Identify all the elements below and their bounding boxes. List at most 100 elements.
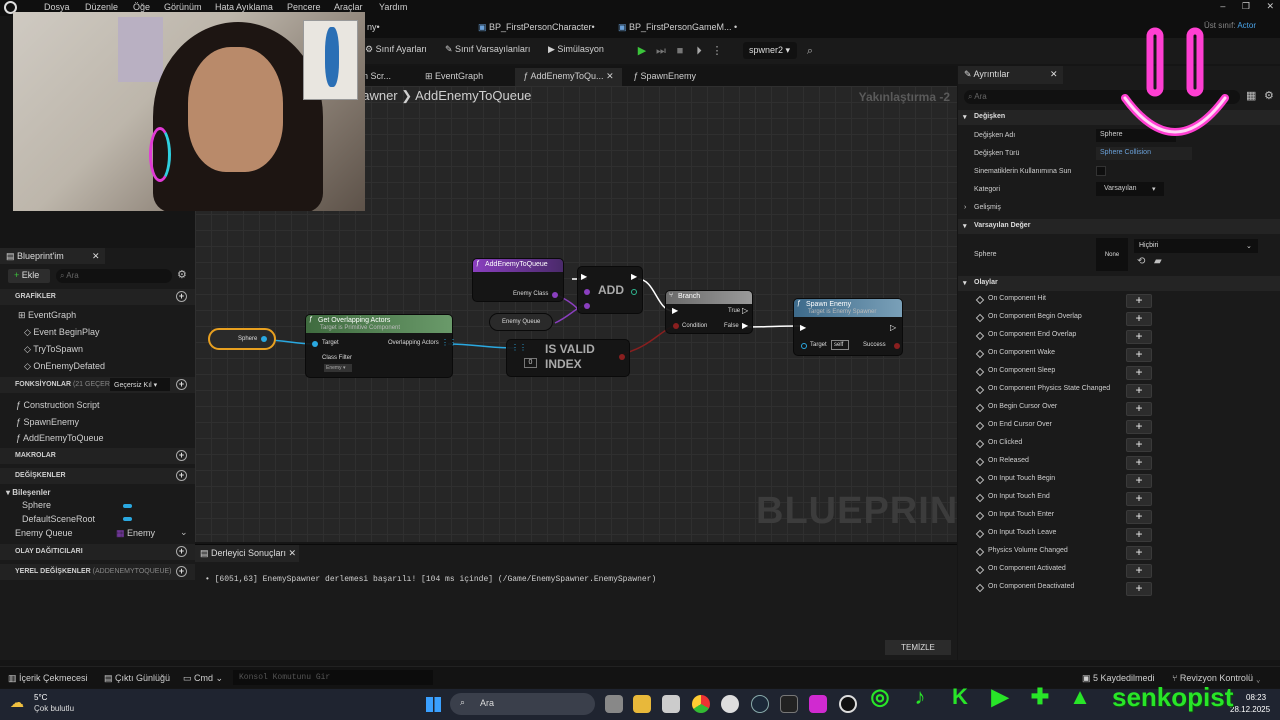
tab-add-enemy-to-queue[interactable]: ƒ AddEnemyToQu... ✕: [515, 68, 622, 86]
add-local-variable-icon[interactable]: +: [176, 566, 187, 577]
close-icon[interactable]: ✕: [1050, 69, 1058, 80]
parent-class-link[interactable]: Actor: [1237, 21, 1256, 30]
cinematic-checkbox[interactable]: [1096, 166, 1106, 176]
asset-thumbnail[interactable]: None: [1096, 238, 1128, 271]
simulation-button[interactable]: ▶ Simülasyon: [548, 44, 604, 55]
close-icon[interactable]: ✕: [604, 71, 614, 81]
add-event-button[interactable]: +: [1126, 312, 1152, 326]
condition-pin-dot[interactable]: [673, 323, 679, 329]
add-event-button[interactable]: +: [1126, 294, 1152, 308]
play-icon[interactable]: ▶: [635, 44, 649, 58]
obs-icon[interactable]: [721, 695, 739, 713]
doc-tab-character[interactable]: ▣ BP_FirstPersonCharacter•: [470, 19, 603, 37]
more-options-icon[interactable]: ⋮: [710, 44, 724, 58]
asset-picker-dropdown[interactable]: Hiçbiri ⌄: [1134, 239, 1258, 253]
array-grid-icon[interactable]: ⋮⋮: [511, 343, 527, 352]
menu-help[interactable]: Yardım: [379, 2, 407, 12]
enemy-queue-variable-node[interactable]: Enemy Queue: [489, 313, 553, 331]
false-exec-icon[interactable]: ▶: [742, 321, 748, 330]
add-dispatcher-icon[interactable]: +: [176, 546, 187, 557]
task-view-icon[interactable]: [605, 695, 623, 713]
add-event-button[interactable]: +: [1126, 474, 1152, 488]
section-events[interactable]: ▾ Olaylar: [958, 276, 1280, 291]
component-sphere[interactable]: Sphere: [22, 500, 51, 510]
section-event-dispatchers[interactable]: OLAY DAĞITICILARI +: [0, 544, 195, 560]
doc-tab-partial[interactable]: ny•: [365, 19, 388, 37]
chrome-icon[interactable]: [692, 695, 710, 713]
array-grid-icon[interactable]: ⋮⋮: [441, 338, 457, 347]
success-pin-dot[interactable]: [894, 343, 900, 349]
close-icon[interactable]: ✕: [286, 548, 297, 558]
epic-games-icon[interactable]: [780, 695, 798, 713]
exec-out-icon[interactable]: ▶: [631, 272, 637, 281]
steam-icon[interactable]: [751, 695, 769, 713]
add-event-button[interactable]: +: [1126, 546, 1152, 560]
exec-in-icon[interactable]: ▶: [800, 323, 806, 332]
item-pin-dot[interactable]: [584, 303, 590, 309]
section-local-variables[interactable]: YEREL DEĞİŞKENLER (ADDENEMYTOQUEUE) +: [0, 564, 195, 580]
menu-asset[interactable]: Öğe: [133, 2, 150, 12]
add-event-button[interactable]: +: [1126, 420, 1152, 434]
section-variables[interactable]: DEĞİŞKENLER +: [0, 468, 195, 484]
windows-start-icon[interactable]: [426, 697, 441, 712]
enemy-class-pin-dot[interactable]: [552, 292, 558, 298]
add-event-button[interactable]: +: [1126, 348, 1152, 362]
index-pin-dot[interactable]: [631, 289, 637, 295]
component-default-scene-root[interactable]: DefaultSceneRoot: [22, 514, 95, 524]
class-filter-dropdown[interactable]: Enemy ▾: [324, 364, 352, 372]
chevron-down-icon[interactable]: ⌄: [180, 527, 188, 538]
add-event-button[interactable]: +: [1126, 528, 1152, 542]
index-value[interactable]: 0: [524, 358, 537, 368]
exec-in-icon[interactable]: ▶: [672, 306, 678, 315]
add-event-button[interactable]: +: [1126, 510, 1152, 524]
console-input[interactable]: Konsol Komutunu Gir: [233, 670, 433, 685]
add-macro-icon[interactable]: +: [176, 450, 187, 461]
add-event-button[interactable]: +: [1126, 438, 1152, 452]
stop-icon[interactable]: ■: [673, 44, 687, 58]
cmd-dropdown[interactable]: ▭ Cmd ⌄: [183, 673, 223, 684]
restore-icon[interactable]: ❐: [1242, 1, 1250, 11]
graph-event-beginplay[interactable]: ◇ Event BeginPlay: [24, 327, 99, 338]
branch-node[interactable]: ⑂ Branch ▶ True ▷ Condition False ▶: [665, 290, 753, 334]
is-valid-index-node[interactable]: ⋮⋮ 0 IS VALID INDEX: [506, 339, 630, 377]
tab-my-blueprint[interactable]: ▤ Blueprint'im ✕: [0, 248, 105, 264]
tab-details[interactable]: ✎ Ayrıntılar ✕: [958, 66, 1063, 84]
tab-compiler-results[interactable]: ▤ Derleyici Sonuçları ✕: [195, 545, 299, 562]
class-settings-button[interactable]: ⚙ Sınıf Ayarları: [365, 44, 427, 55]
add-button[interactable]: + Ekle: [8, 269, 50, 283]
function-add-enemy-to-queue[interactable]: ƒ AddEnemyToQueue: [16, 433, 104, 443]
class-defaults-button[interactable]: ✎ Sınıf Varsayılanları: [445, 44, 530, 55]
function-construction-script[interactable]: ƒ Construction Script: [16, 400, 100, 410]
grid-view-icon[interactable]: ▦: [1246, 89, 1256, 102]
category-dropdown[interactable]: Varsayılan ▾: [1096, 182, 1164, 196]
graph-event-graph[interactable]: ⊞ EventGraph: [18, 310, 76, 321]
graph-trytospawn[interactable]: ◇ TryToSpawn: [24, 344, 83, 355]
target-pin-dot[interactable]: [801, 343, 807, 349]
true-exec-icon[interactable]: ▷: [742, 306, 748, 315]
add-event-button[interactable]: +: [1126, 384, 1152, 398]
minimize-icon[interactable]: –: [1220, 1, 1225, 11]
variable-type-dropdown[interactable]: Sphere Collision: [1096, 147, 1192, 160]
add-function-icon[interactable]: +: [176, 379, 187, 390]
menu-file[interactable]: Dosya: [44, 2, 70, 12]
doc-tab-gamemode[interactable]: ▣ BP_FirstPersonGameM... •: [610, 19, 745, 37]
add-event-button[interactable]: +: [1126, 492, 1152, 506]
taskbar-search[interactable]: ⌕ Ara: [450, 693, 595, 715]
file-explorer-icon[interactable]: [633, 695, 651, 713]
get-overlapping-actors-node[interactable]: ƒ Get Overlapping Actors Target is Primit…: [305, 314, 457, 378]
components-group[interactable]: ▾ Bileşenler: [6, 488, 51, 497]
find-icon[interactable]: ⌕: [803, 44, 817, 58]
menu-window[interactable]: Pencere: [287, 2, 321, 12]
array-pin-dot[interactable]: [584, 289, 590, 295]
section-functions[interactable]: FONKSİYONLAR (21 GEÇERS Geçersiz Kıl ▾ +: [0, 377, 195, 393]
add-event-button[interactable]: +: [1126, 564, 1152, 578]
add-event-button[interactable]: +: [1126, 366, 1152, 380]
menu-view[interactable]: Görünüm: [164, 2, 202, 12]
debug-target-dropdown[interactable]: spwner2 ▾: [743, 42, 797, 59]
close-window-icon[interactable]: ✕: [1266, 1, 1274, 11]
array-add-node[interactable]: ▶ ▶ ADD: [577, 266, 643, 314]
menu-edit[interactable]: Düzenle: [85, 2, 118, 12]
store-icon[interactable]: [662, 695, 680, 713]
browse-folder-icon[interactable]: ▰: [1154, 256, 1162, 267]
add-event-button[interactable]: +: [1126, 582, 1152, 596]
